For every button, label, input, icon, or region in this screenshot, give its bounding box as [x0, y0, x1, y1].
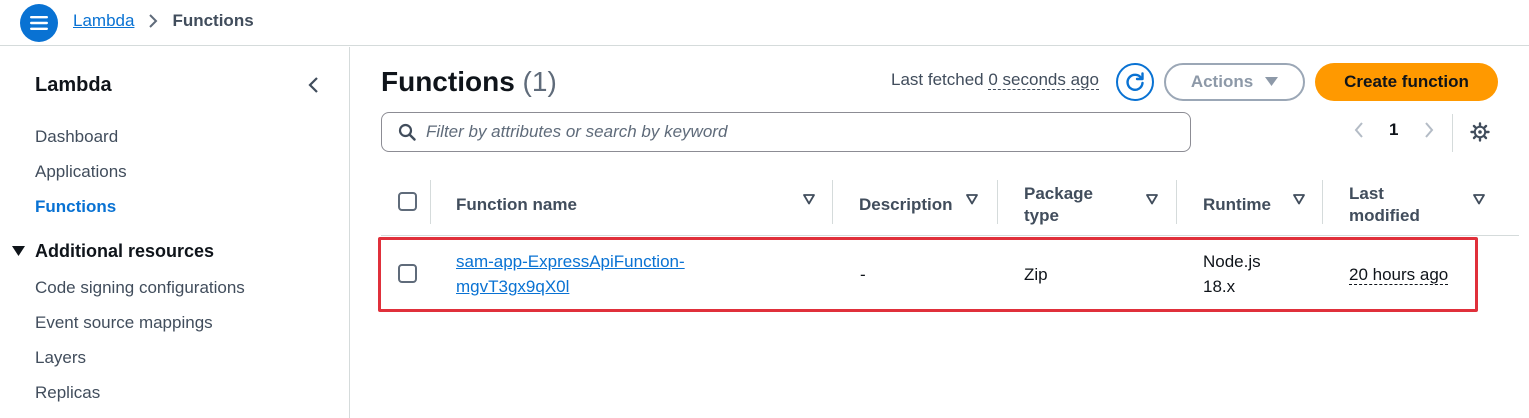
hamburger-menu-icon — [30, 16, 48, 30]
breadcrumb-lambda-link[interactable]: Lambda — [73, 11, 134, 31]
preferences-button[interactable] — [1470, 122, 1490, 142]
column-label: Runtime — [1203, 195, 1271, 214]
main-content: Functions (1) Last fetched 0 seconds ago… — [351, 47, 1529, 418]
sort-icon[interactable] — [1146, 194, 1158, 205]
next-page-button[interactable] — [1424, 122, 1434, 138]
function-name-link[interactable]: sam-app-ExpressApiFunction- mgvT3gx9qX0l — [456, 249, 685, 299]
column-label: Description — [859, 195, 953, 214]
column-label: Function name — [456, 195, 577, 214]
column-divider — [832, 180, 833, 224]
sidebar-item-applications[interactable]: Applications — [35, 162, 127, 182]
sidebar-item-layers[interactable]: Layers — [35, 348, 86, 368]
sidebar: Lambda Dashboard Applications Functions … — [0, 47, 350, 418]
search-icon — [398, 123, 416, 141]
function-last-modified: 20 hours ago — [1349, 262, 1449, 287]
function-name-line2[interactable]: mgvT3gx9qX0l — [456, 277, 569, 296]
sidebar-item-code-signing[interactable]: Code signing configurations — [35, 278, 245, 298]
select-all-checkbox[interactable] — [398, 192, 417, 211]
function-name-line1[interactable]: sam-app-ExpressApiFunction- — [456, 252, 685, 271]
sidebar-item-event-source-mappings[interactable]: Event source mappings — [35, 313, 213, 333]
function-count: (1) — [522, 66, 557, 97]
row-select-checkbox[interactable] — [398, 264, 417, 283]
sidebar-section-label: Additional resources — [35, 241, 215, 261]
pager-divider — [1452, 114, 1453, 152]
column-header-runtime[interactable]: Runtime — [1203, 174, 1293, 236]
sort-icon[interactable] — [803, 194, 815, 205]
refresh-icon — [1126, 72, 1144, 91]
sort-icon[interactable] — [1293, 194, 1305, 205]
previous-page-button[interactable] — [1354, 122, 1364, 138]
sidebar-title[interactable]: Lambda — [35, 74, 112, 97]
function-package-type: Zip — [1024, 265, 1048, 284]
caret-down-icon — [1265, 77, 1279, 87]
column-header-function-name[interactable]: Function name — [456, 174, 756, 236]
gear-icon — [1470, 122, 1490, 142]
last-modified-value: 20 hours ago — [1349, 265, 1449, 285]
column-header-last-modified[interactable]: Last modified — [1349, 174, 1439, 236]
column-divider — [997, 180, 998, 224]
function-runtime: Node.js 18.x — [1203, 249, 1261, 299]
chevron-right-icon — [148, 14, 158, 28]
breadcrumb: Lambda Functions — [73, 11, 254, 31]
chevron-right-icon — [1425, 122, 1434, 138]
sort-icon[interactable] — [1473, 194, 1485, 205]
menu-button[interactable] — [20, 4, 58, 42]
actions-label: Actions — [1190, 72, 1254, 91]
column-divider — [430, 180, 431, 224]
caret-down-icon — [12, 246, 25, 257]
runtime-name: Node.js — [1203, 252, 1261, 271]
top-breadcrumb-bar: Lambda Functions — [0, 0, 1529, 46]
sidebar-item-dashboard[interactable]: Dashboard — [35, 127, 118, 147]
refresh-button[interactable] — [1116, 63, 1154, 101]
sidebar-section-additional-resources[interactable]: Additional resources — [12, 241, 214, 262]
column-label: Last modified — [1349, 184, 1420, 225]
sidebar-item-replicas[interactable]: Replicas — [35, 383, 100, 403]
search-field[interactable] — [381, 112, 1191, 152]
column-divider — [1322, 180, 1323, 224]
search-input[interactable] — [426, 122, 1166, 142]
column-header-package-type[interactable]: Package type — [1024, 174, 1110, 236]
last-fetched-time: 0 seconds ago — [988, 70, 1099, 90]
page-title-text: Functions — [381, 66, 515, 97]
column-label: Package type — [1024, 184, 1093, 225]
chevron-left-icon — [308, 77, 318, 93]
column-header-description[interactable]: Description — [859, 174, 959, 236]
collapse-sidebar-button[interactable] — [302, 74, 324, 96]
page-number[interactable]: 1 — [1389, 120, 1398, 140]
last-fetched-label: Last fetched — [891, 70, 984, 89]
table-row[interactable]: sam-app-ExpressApiFunction- mgvT3gx9qX0l… — [378, 237, 1478, 312]
sort-icon[interactable] — [966, 194, 978, 205]
runtime-version: 18.x — [1203, 277, 1236, 296]
page-title: Functions (1) — [381, 66, 557, 98]
chevron-left-icon — [1354, 122, 1363, 138]
function-description: - — [860, 265, 866, 284]
sidebar-item-functions[interactable]: Functions — [35, 197, 116, 217]
breadcrumb-current: Functions — [172, 11, 254, 30]
table-header: Function name Description Package type R… — [381, 174, 1519, 236]
actions-dropdown-button[interactable]: Actions — [1164, 63, 1305, 101]
create-function-button[interactable]: Create function — [1315, 63, 1498, 101]
column-divider — [1176, 180, 1177, 224]
last-fetched: Last fetched 0 seconds ago — [891, 70, 1099, 90]
